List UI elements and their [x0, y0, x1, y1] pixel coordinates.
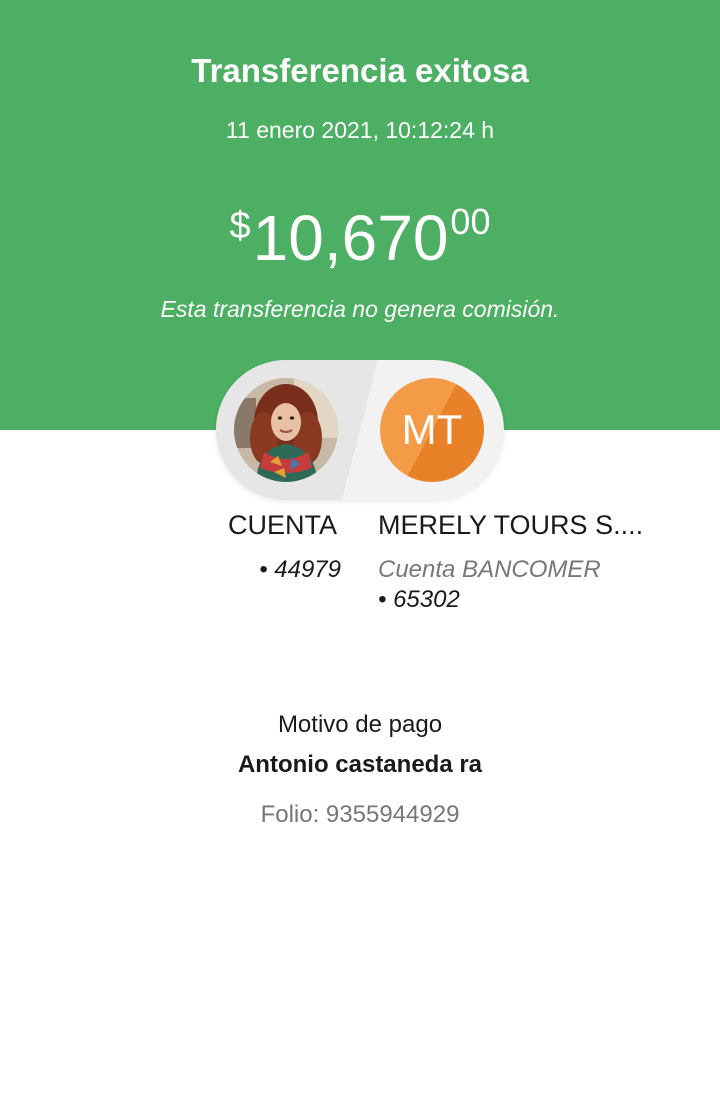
folio-number: Folio: 9355944929	[260, 801, 460, 828]
recipient-account-number: • 65302	[378, 586, 460, 613]
avatar-photo	[234, 378, 338, 482]
payment-reason-value: Antonio castaneda ra	[237, 751, 483, 778]
recipient-name: MERELY TOURS S....	[378, 510, 644, 540]
amount-whole: 10,670	[252, 202, 449, 274]
transfer-datetime: 11 enero 2021, 10:12:24 h	[225, 117, 495, 143]
transfer-amount: $10,67000	[0, 200, 720, 277]
from-account-number: • 44979	[259, 556, 341, 583]
from-account-label: CUENTA	[228, 510, 338, 540]
payment-reason-label: Motivo de pago	[277, 711, 443, 738]
currency-symbol: $	[229, 205, 251, 247]
fee-note: Esta transferencia no genera comisión.	[160, 296, 560, 322]
profile-photo-icon	[234, 378, 338, 482]
recipient-bank: Cuenta BANCOMER	[378, 556, 601, 583]
page-title: Transferencia exitosa	[191, 52, 529, 89]
amount-cents: 00	[450, 201, 491, 242]
accounts-pill: MT	[216, 360, 504, 500]
recipient-avatar: MT	[380, 378, 484, 482]
